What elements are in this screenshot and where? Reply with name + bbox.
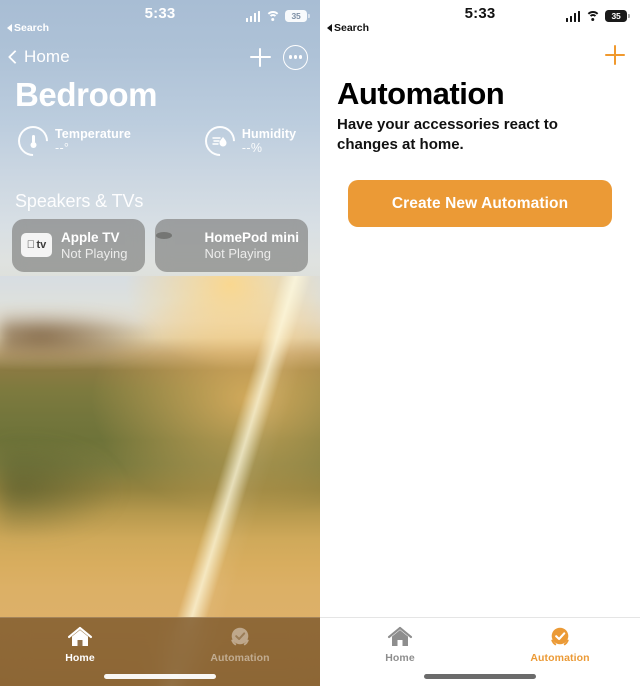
battery-level-label: 35	[291, 11, 301, 21]
add-accessory-button[interactable]	[245, 42, 275, 72]
sensor-summary: Temperature --° Humidity --%	[11, 119, 297, 163]
status-back-to-search[interactable]: Search	[7, 22, 49, 34]
homepod-mini-icon	[164, 230, 195, 261]
apple-tv-icon: tv	[21, 230, 52, 261]
accessory-name: Apple TV	[61, 230, 120, 245]
status-bar-home: 5:33 Search 35	[0, 0, 320, 36]
cellular-bars-icon	[565, 10, 580, 22]
automation-check-icon	[227, 625, 253, 649]
status-indicators: 35	[245, 10, 310, 22]
home-indicator-bar[interactable]	[424, 674, 536, 679]
page-subtitle: Have your accessories react to changes a…	[337, 116, 558, 153]
battery-icon: 35	[605, 10, 630, 22]
accessory-tile-homepod-mini[interactable]: HomePod mini Not Playing	[155, 219, 308, 272]
dual-screenshot-container: 5:33 Search 35 Home Bedroom Temperature …	[0, 0, 640, 686]
battery-icon: 35	[285, 10, 310, 22]
status-back-label: Search	[14, 22, 50, 34]
home-nav-bar: Home	[0, 42, 320, 72]
status-indicators: 35	[565, 10, 630, 22]
accessory-status: Not Playing	[61, 246, 128, 261]
battery-level-label: 35	[611, 11, 621, 21]
accessory-name: HomePod mini	[204, 230, 299, 245]
sensor-humidity-value: --%	[241, 141, 263, 155]
add-automation-button[interactable]	[602, 42, 628, 68]
chevron-left-icon	[7, 49, 23, 65]
thermometer-gauge-icon	[11, 119, 55, 163]
automation-check-icon	[547, 625, 573, 649]
section-title-speakers-tvs: Speakers & TVs	[15, 191, 144, 211]
sensor-humidity[interactable]: Humidity --%	[198, 119, 297, 163]
home-screen: 5:33 Search 35 Home Bedroom Temperature …	[0, 0, 320, 686]
cellular-bars-icon	[245, 10, 260, 22]
status-bar-automation: 5:33 Search 35	[320, 0, 640, 36]
sensor-temperature-label: Temperature	[55, 127, 131, 141]
tab-home-label: Home	[385, 652, 415, 664]
tab-automation-label: Automation	[530, 652, 590, 664]
accessory-tile-list: tv Apple TV Not Playing HomePod mini No…	[12, 219, 308, 272]
sensor-temperature[interactable]: Temperature --°	[11, 119, 131, 163]
more-options-button[interactable]	[283, 44, 308, 70]
sensor-temperature-value: --°	[55, 141, 70, 155]
room-title: Bedroom	[15, 76, 158, 113]
wifi-icon	[265, 10, 280, 22]
status-back-label: Search	[334, 22, 370, 34]
page-title: Automation	[337, 76, 505, 111]
accessory-tile-apple-tv[interactable]: tv Apple TV Not Playing	[12, 219, 146, 272]
back-button-label: Home	[24, 47, 70, 66]
wifi-icon	[585, 10, 600, 22]
automation-screen: 5:33 Search 35 Automation Have your acce…	[320, 0, 640, 686]
humidity-gauge-icon	[198, 119, 242, 163]
create-new-automation-button[interactable]: Create New Automation	[348, 180, 612, 227]
status-back-to-search[interactable]: Search	[327, 22, 369, 34]
accessory-status: Not Playing	[204, 246, 271, 261]
triangle-left-icon	[7, 24, 12, 32]
triangle-left-icon	[327, 24, 332, 32]
tab-home-label: Home	[65, 652, 95, 664]
sensor-humidity-label: Humidity	[241, 127, 297, 141]
back-to-home-button[interactable]: Home	[7, 47, 70, 67]
house-icon	[387, 625, 413, 649]
tab-automation-label: Automation	[210, 652, 270, 664]
home-indicator-bar[interactable]	[104, 674, 216, 679]
house-icon	[67, 625, 93, 649]
